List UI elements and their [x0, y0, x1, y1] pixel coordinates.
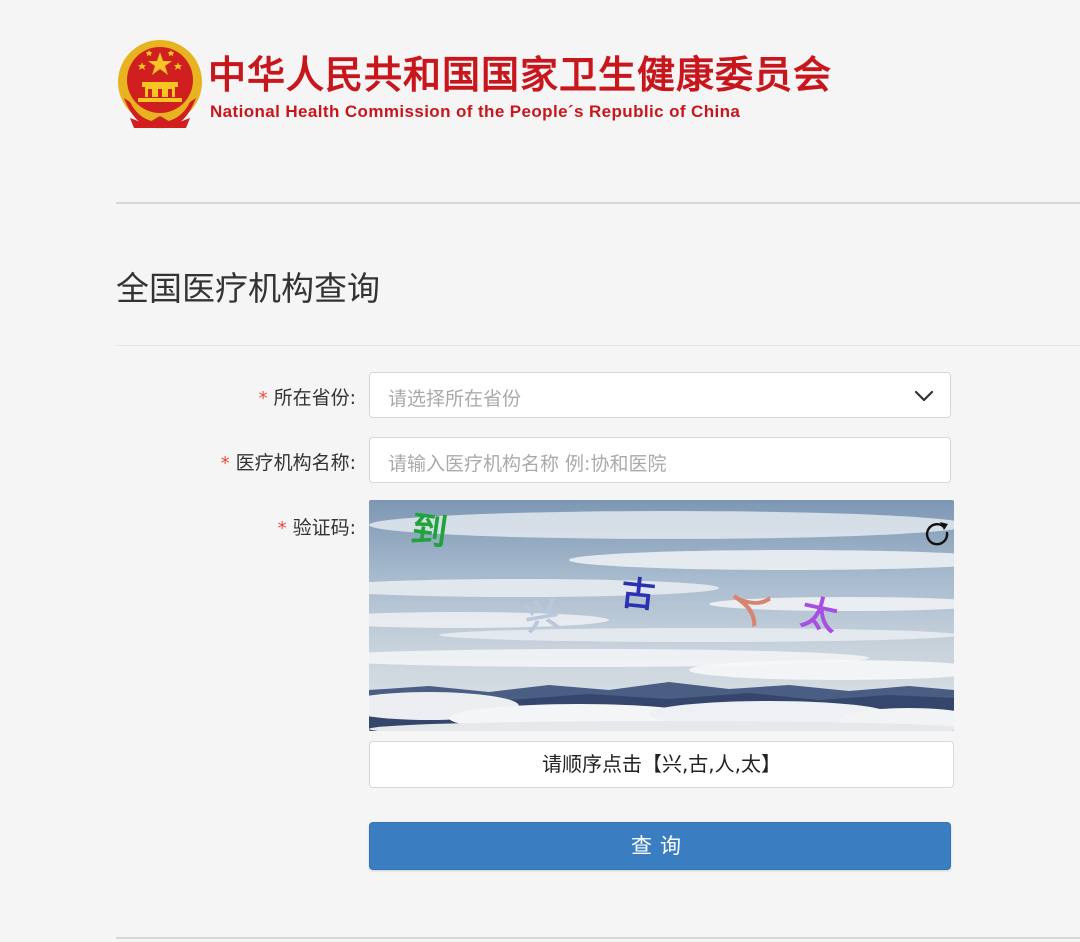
- province-label: * 所在省份:: [259, 383, 356, 410]
- national-emblem-icon: [118, 40, 202, 129]
- required-mark: *: [258, 388, 268, 409]
- chevron-down-icon: [914, 390, 934, 402]
- captcha-char-1[interactable]: 到: [408, 509, 449, 555]
- province-select[interactable]: 请选择所在省份: [369, 372, 951, 418]
- query-button[interactable]: 查询: [369, 822, 951, 870]
- captcha-label: * 验证码:: [278, 513, 356, 540]
- captcha-char-2[interactable]: 兴: [522, 594, 562, 639]
- org-name-en: National Health Commission of the People…: [210, 102, 741, 121]
- captcha-label-text: 验证码:: [292, 517, 356, 539]
- institution-name-input[interactable]: 请输入医疗机构名称 例:协和医院: [369, 437, 951, 483]
- captcha-char-3[interactable]: 古: [619, 573, 657, 616]
- institution-placeholder: 请输入医疗机构名称 例:协和医院: [388, 453, 667, 475]
- site-header: 中华人民共和国国家卫生健康委员会 National Health Commiss…: [116, 36, 876, 136]
- title-divider: [116, 345, 1080, 346]
- institution-label: * 医疗机构名称:: [221, 448, 356, 475]
- footer-divider: [116, 937, 1080, 939]
- header-divider: [116, 202, 1080, 204]
- province-placeholder: 请选择所在省份: [388, 388, 522, 410]
- page: 中华人民共和国国家卫生健康委员会 National Health Commiss…: [0, 0, 1080, 942]
- captcha-instruction: 请顺序点击【兴,古,人,太】: [369, 741, 954, 788]
- required-mark: *: [277, 518, 287, 539]
- page-title: 全国医疗机构查询: [116, 269, 380, 308]
- captcha-background: [369, 500, 954, 731]
- institution-label-text: 医疗机构名称:: [235, 452, 356, 474]
- captcha-char-5[interactable]: 太: [797, 592, 841, 640]
- province-label-text: 所在省份:: [273, 387, 356, 409]
- captcha-image[interactable]: 到 兴 古 人 太: [369, 500, 954, 731]
- org-name-cn: 中华人民共和国国家卫生健康委员会: [208, 53, 833, 97]
- required-mark: *: [220, 453, 230, 474]
- refresh-icon[interactable]: [922, 518, 952, 548]
